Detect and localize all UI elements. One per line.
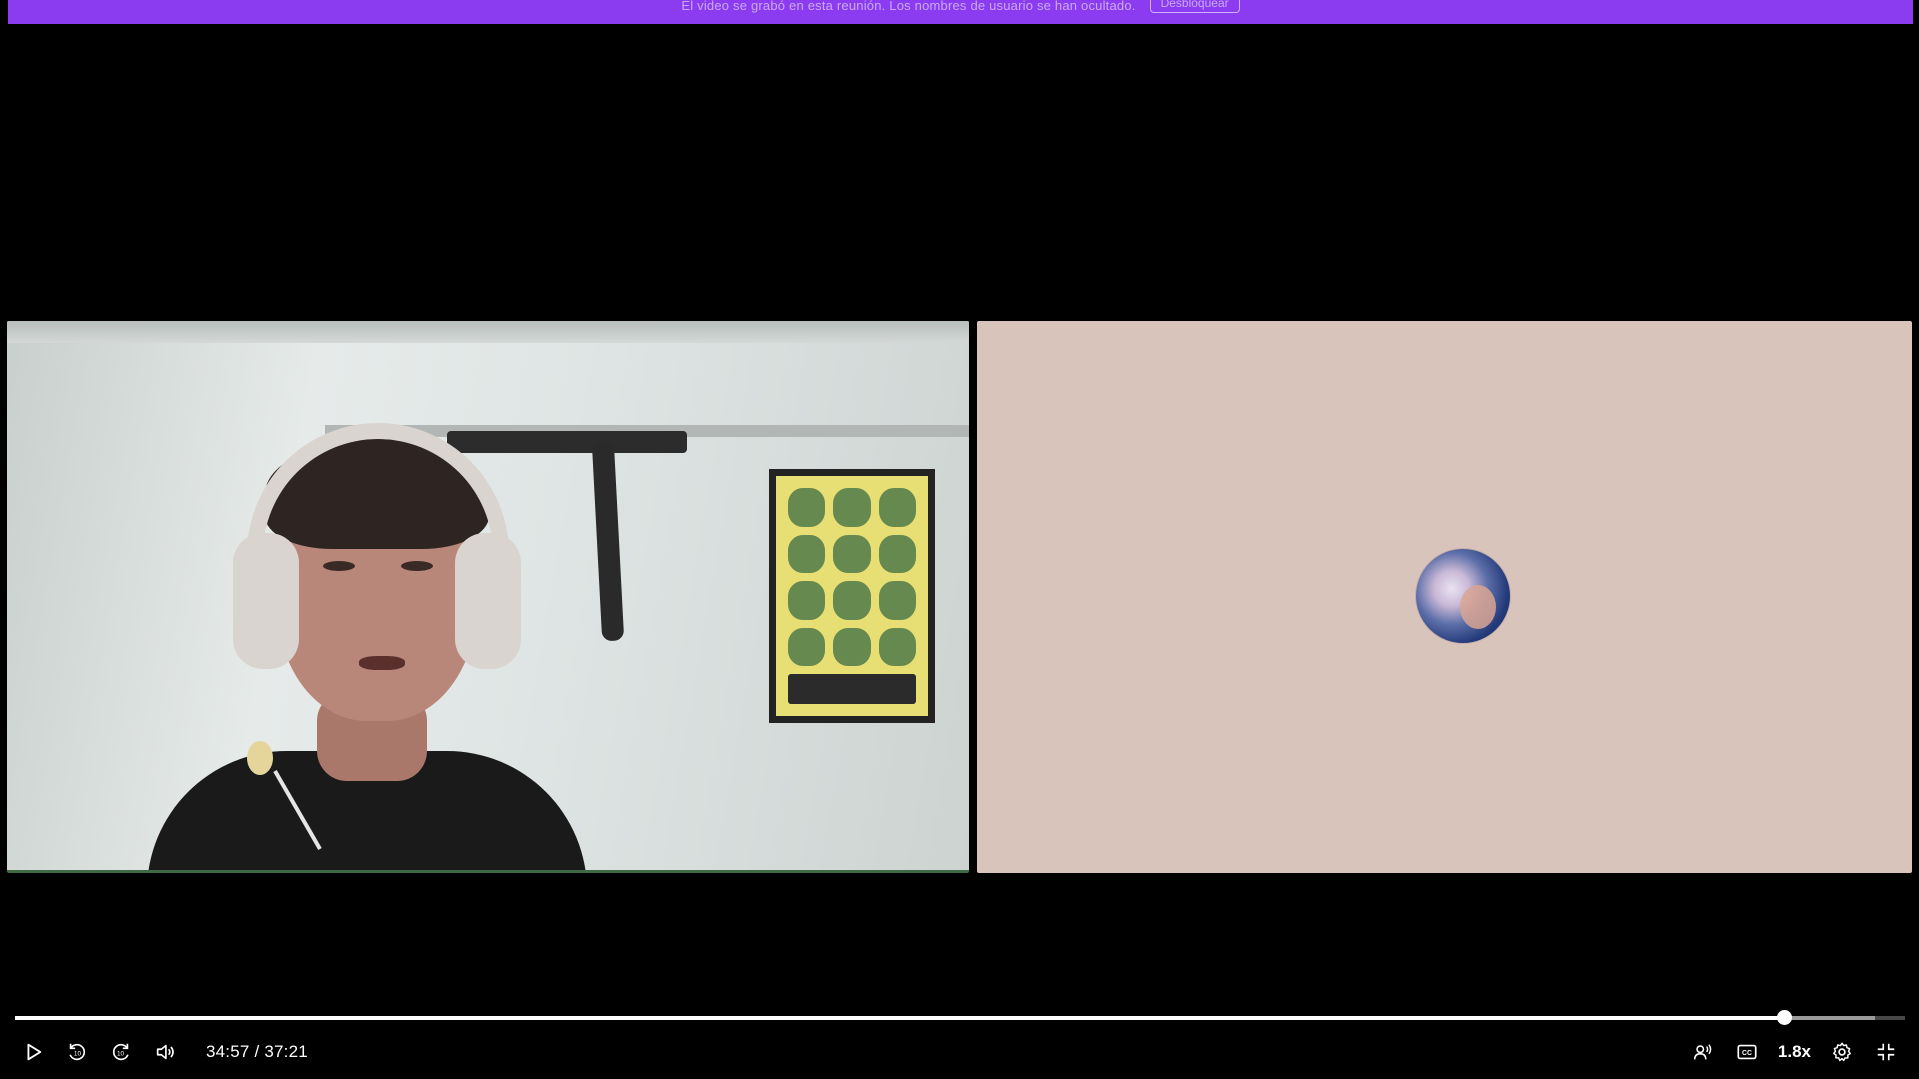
rewind-10-button[interactable]: 10 bbox=[62, 1037, 92, 1067]
ceiling bbox=[7, 321, 969, 343]
playback-speed[interactable]: 1.8x bbox=[1776, 1042, 1813, 1062]
exit-fullscreen-icon bbox=[1877, 1043, 1895, 1061]
progress-bar[interactable] bbox=[15, 1010, 1905, 1025]
volume-icon bbox=[156, 1044, 174, 1060]
settings-button[interactable] bbox=[1827, 1037, 1857, 1067]
microphone bbox=[247, 741, 273, 775]
participant-video bbox=[147, 421, 587, 870]
wall-poster bbox=[769, 469, 935, 723]
recording-banner: El video se grabó en esta reunión. Los n… bbox=[8, 0, 1913, 24]
svg-text:CC: CC bbox=[1742, 1050, 1752, 1057]
rewind-10-icon: 10 bbox=[69, 1043, 86, 1061]
webcam-tile bbox=[7, 321, 969, 873]
forward-10-button[interactable]: 10 bbox=[106, 1037, 136, 1067]
duration: 37:21 bbox=[264, 1042, 308, 1061]
avatar bbox=[1415, 548, 1511, 644]
voice-button[interactable] bbox=[1688, 1037, 1718, 1067]
player-controls: 10 10 34:57 / 37:21 CC 1.8x bbox=[0, 1030, 1919, 1074]
captions-button[interactable]: CC bbox=[1732, 1037, 1762, 1067]
svg-text:10: 10 bbox=[74, 1051, 82, 1058]
right-controls: CC 1.8x bbox=[1688, 1037, 1901, 1067]
participant-tile-camera-off bbox=[977, 321, 1912, 873]
current-time: 34:57 bbox=[206, 1042, 250, 1061]
volume-button[interactable] bbox=[150, 1037, 180, 1067]
progress-thumb[interactable] bbox=[1777, 1010, 1793, 1025]
exit-fullscreen-button[interactable] bbox=[1871, 1037, 1901, 1067]
banner-text: El video se grabó en esta reunión. Los n… bbox=[681, 0, 1136, 13]
video-player: El video se grabó en esta reunión. Los n… bbox=[0, 0, 1919, 1079]
play-icon bbox=[27, 1043, 42, 1061]
left-controls: 10 10 34:57 / 37:21 bbox=[18, 1037, 308, 1067]
progress-played bbox=[15, 1016, 1785, 1020]
banner-button[interactable]: Desbloquear bbox=[1149, 0, 1240, 13]
forward-10-icon: 10 bbox=[112, 1043, 129, 1061]
svg-text:10: 10 bbox=[117, 1051, 125, 1058]
play-button[interactable] bbox=[18, 1037, 48, 1067]
captions-icon: CC bbox=[1737, 1044, 1757, 1060]
settings-icon bbox=[1833, 1042, 1851, 1062]
time-separator: / bbox=[254, 1042, 260, 1061]
time-display: 34:57 / 37:21 bbox=[206, 1042, 308, 1062]
voice-icon bbox=[1693, 1044, 1712, 1060]
